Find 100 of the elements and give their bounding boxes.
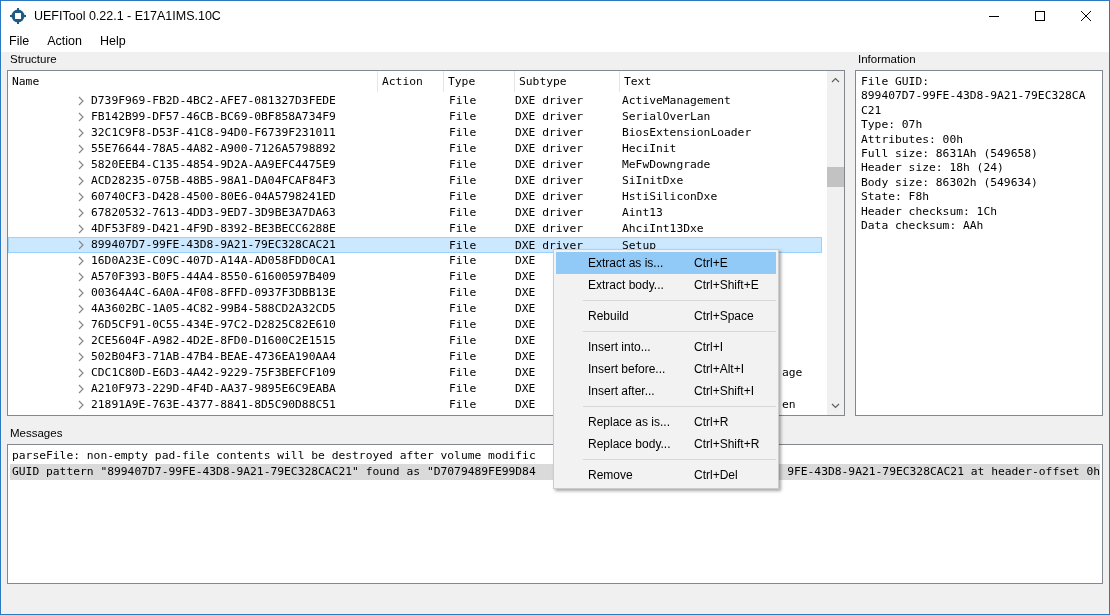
info-line: Header checksum: 1Ch	[861, 204, 999, 220]
menu-item[interactable]: Extract as is... Ctrl+E	[556, 252, 776, 274]
tree-row[interactable]: 76D5CF91-0C55-434E-97C2-D2825C82E610	[8, 317, 445, 333]
table-cell: DXE driver	[515, 158, 583, 171]
column-header[interactable]: Action	[378, 71, 444, 92]
close-icon[interactable]	[1081, 10, 1091, 21]
table-cell: File	[449, 126, 477, 139]
message-text[interactable]: parseFile: non-empty pad-file contents will be destroyed after volume modific	[12, 448, 536, 464]
table-cell: DXE	[515, 270, 536, 283]
guid-text: A570F393-B0F5-44A4-8550-61600597B409	[91, 269, 336, 285]
table-cell: DXE driver	[515, 174, 583, 187]
table-cell: HstiSiliconDxe	[622, 190, 718, 203]
menu-item[interactable]: Replace body... Ctrl+Shift+R	[556, 433, 776, 455]
table-cell: File	[449, 254, 477, 267]
table-cell: File	[449, 94, 477, 107]
table-cell: File	[449, 174, 477, 187]
tree-row[interactable]: 899407D7-99FE-43D8-9A21-79EC328CAC21	[8, 237, 445, 253]
table-cell: DXE	[515, 254, 536, 267]
table-cell: DXE driver	[515, 206, 583, 219]
guid-text: 2CE5604F-A982-4D2E-8FD0-D1600C2E1515	[91, 333, 336, 349]
table-cell: DXE	[515, 318, 536, 331]
menu-item[interactable]: Help	[99, 34, 126, 48]
column-header[interactable]: Text	[620, 71, 825, 92]
menu-item[interactable]: File	[9, 34, 30, 48]
tree-row[interactable]: 2CE5604F-A982-4D2E-8FD0-D1600C2E1515	[8, 333, 445, 349]
table-cell: File	[449, 382, 477, 395]
table-cell: DXE	[515, 334, 536, 347]
tree-row[interactable]: 55E76644-78A5-4A82-A900-7126A5798892	[8, 141, 445, 157]
menu-item[interactable]: Action	[47, 34, 82, 48]
menu-item[interactable]: Rebuild Ctrl+Space	[556, 305, 776, 327]
table-cell: ActiveManagement	[622, 94, 731, 107]
table-cell: en	[782, 397, 796, 413]
scroll-down-icon[interactable]	[831, 403, 840, 409]
info-line: Header size: 18h (24)	[861, 161, 1005, 176]
table-cell: DXE driver	[515, 142, 583, 155]
tree-row[interactable]: A570F393-B0F5-44A4-8550-61600597B409	[8, 269, 445, 285]
table-cell: File	[449, 318, 477, 331]
table-cell: DXE	[515, 302, 536, 315]
tree-row[interactable]: 60740CF3-D428-4500-80E6-04A5798241ED	[8, 189, 445, 205]
table-cell: File	[449, 366, 477, 379]
table-cell: HeciInit	[622, 142, 677, 155]
table-cell: DXE driver	[515, 190, 583, 203]
tree-row[interactable]: 00364A4C-6A0A-4F08-8FFD-0937F3DBB13E	[8, 285, 445, 301]
guid-text: 32C1C9F8-D53F-41C8-94D0-F6739F231011	[91, 125, 336, 141]
guid-text: CDC1C80D-E6D3-4A42-9229-75F3BEFCF109	[91, 365, 336, 381]
tree-row[interactable]: 21891A9E-763E-4377-8841-8D5C90D88C51	[8, 397, 445, 413]
guid-text: D739F969-FB2D-4BC2-AFE7-081327D3FEDE	[91, 93, 336, 109]
tree-row[interactable]: 67820532-7613-4DD3-9ED7-3D9BE3A7DA63	[8, 205, 445, 221]
guid-text: 16D0A23E-C09C-407D-A14A-AD058FDD0CA1	[91, 253, 336, 269]
info-line: Type: 07h	[861, 118, 924, 133]
info-line: C21	[861, 103, 883, 119]
table-cell: File	[449, 286, 477, 299]
guid-text: A210F973-229D-4F4D-AA37-9895E6C9EABA	[91, 381, 336, 397]
table-cell: MeFwDowngrade	[622, 158, 711, 171]
tree-row[interactable]: ACD28235-075B-48B5-98A1-DA04FCAF84F3	[8, 173, 445, 189]
tree-row[interactable]: 4DF53F89-D421-4F9D-8392-BE3BECC6288E	[8, 221, 445, 237]
guid-text: 21891A9E-763E-4377-8841-8D5C90D88C51	[91, 397, 336, 413]
guid-text: 67820532-7613-4DD3-9ED7-3D9BE3A7DA63	[91, 205, 336, 221]
menu-item[interactable]: Insert into... Ctrl+I	[556, 336, 776, 358]
table-cell: File	[449, 334, 477, 347]
table-cell: DXE driver	[515, 94, 583, 107]
guid-text: 502B04F3-71AB-47B4-BEAE-4736EA190AA4	[91, 349, 336, 365]
guid-text: 4DF53F89-D421-4F9D-8392-BE3BECC6288E	[91, 221, 336, 237]
menu-item[interactable]: Extract body... Ctrl+Shift+E	[556, 274, 776, 296]
menu-item[interactable]: Replace as is... Ctrl+R	[556, 411, 776, 433]
table-cell: File	[449, 142, 477, 155]
maximize-icon[interactable]	[1035, 10, 1045, 21]
info-line: Attributes: 00h	[861, 132, 965, 148]
tree-row[interactable]: 502B04F3-71AB-47B4-BEAE-4736EA190AA4	[8, 349, 445, 365]
message-text[interactable]: 9FE-43D8-9A21-79EC328CAC21 at header-offset 0h	[787, 464, 1100, 480]
app-gear-icon	[10, 7, 26, 24]
table-cell: DXE driver	[515, 222, 583, 235]
tree-row[interactable]: FB142B99-DF57-46CB-BC69-0BF858A734F9	[8, 109, 445, 125]
guid-text: 00364A4C-6A0A-4F08-8FFD-0937F3DBB13E	[91, 285, 336, 301]
tree-row[interactable]: 4A3602BC-1A05-4C82-99B4-588CD2A32CD5	[8, 301, 445, 317]
tree-row[interactable]: 16D0A23E-C09C-407D-A14A-AD058FDD0CA1	[8, 253, 445, 269]
table-cell: age	[782, 365, 803, 381]
guid-text: 5820EEB4-C135-4854-9D2A-AA9EFC4475E9	[91, 157, 336, 173]
tree-row[interactable]: 5820EEB4-C135-4854-9D2A-AA9EFC4475E9	[8, 157, 445, 173]
column-header[interactable]: Type	[444, 71, 515, 92]
scroll-thumb[interactable]	[827, 167, 844, 187]
menu-item[interactable]: Insert after... Ctrl+Shift+I	[556, 380, 776, 402]
tree-row[interactable]: D739F969-FB2D-4BC2-AFE7-081327D3FEDE	[8, 93, 445, 109]
menu-item[interactable]: Remove Ctrl+Del	[556, 464, 776, 486]
tree-row[interactable]: CDC1C80D-E6D3-4A42-9229-75F3BEFCF109	[8, 365, 445, 381]
table-cell: File	[449, 222, 477, 235]
message-text[interactable]: GUID pattern "899407D7-99FE-43D8-9A21-79EC328CAC21" found as "D7079489FE99D84	[12, 464, 536, 480]
info-line: State: F8h	[861, 190, 930, 205]
table-cell: DXE	[515, 398, 536, 411]
tree-row[interactable]: A210F973-229D-4F4D-AA37-9895E6C9EABA	[8, 381, 445, 397]
scrollbar[interactable]	[827, 71, 844, 415]
column-header[interactable]: Subtype	[515, 71, 620, 92]
table-cell: File	[449, 302, 477, 315]
menu-item[interactable]: Insert before... Ctrl+Alt+I	[556, 358, 776, 380]
table-cell: DXE	[515, 382, 536, 395]
table-cell: SiInitDxe	[622, 174, 684, 187]
tree-row[interactable]: 32C1C9F8-D53F-41C8-94D0-F6739F231011	[8, 125, 445, 141]
table-cell: SerialOverLan	[622, 110, 711, 123]
column-header[interactable]: Name	[8, 71, 378, 92]
scroll-up-icon[interactable]	[831, 77, 840, 83]
